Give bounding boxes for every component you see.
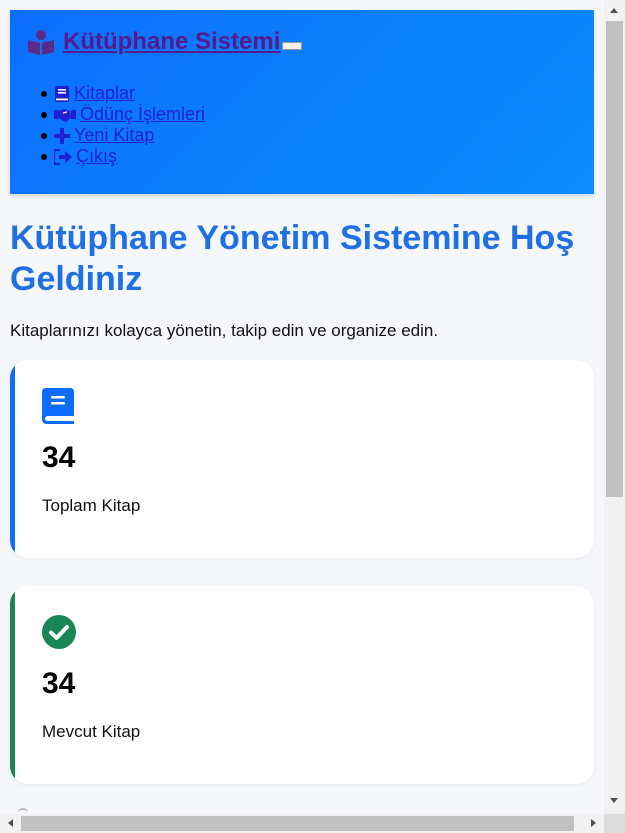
scroll-left-arrow-icon[interactable] — [8, 819, 13, 827]
book-reader-icon — [28, 30, 54, 55]
scroll-up-arrow-icon[interactable] — [610, 8, 618, 13]
stat-value: 34 — [42, 441, 76, 474]
brand-text: Kütüphane Sistemi — [63, 28, 281, 55]
nav-item-cikis: Çıkış — [40, 146, 205, 167]
stat-label: Toplam Kitap — [42, 496, 141, 515]
navbar: Kütüphane Sistemi Kitaplar Ödünç İşlemle… — [10, 10, 594, 194]
navbar-toggler-button[interactable] — [282, 42, 303, 50]
nav-link-yeni-kitap[interactable]: Yeni Kitap — [54, 125, 205, 146]
scroll-right-arrow-icon[interactable] — [591, 819, 596, 827]
vertical-scrollbar-thumb[interactable] — [606, 21, 623, 497]
scrollbar-corner — [604, 814, 625, 833]
stat-value: 34 — [42, 667, 76, 700]
check-circle-icon — [42, 615, 76, 654]
page-title: Kütüphane Yönetim Sistemine Hoş Geldiniz — [10, 219, 575, 298]
nav-label: Çıkış — [76, 146, 118, 166]
vertical-scrollbar[interactable] — [604, 0, 625, 814]
nav-label: Kitaplar — [74, 83, 136, 103]
plus-icon — [54, 127, 70, 144]
stat-card-available-books: 34 Mevcut Kitap — [10, 586, 594, 784]
nav-item-yeni-kitap: Yeni Kitap — [40, 125, 205, 146]
horizontal-scrollbar[interactable] — [0, 814, 604, 833]
nav-label: Ödünç İşlemleri — [80, 104, 206, 124]
page-viewport: Kütüphane Sistemi Kitaplar Ödünç İşlemle… — [0, 0, 604, 814]
handshake-icon — [54, 108, 76, 122]
nav-link-odunc-islemleri[interactable]: Ödünç İşlemleri — [54, 104, 205, 125]
nav-item-odunc: Ödünç İşlemleri — [40, 104, 205, 125]
sign-out-icon — [54, 148, 72, 165]
book-icon — [42, 388, 74, 429]
brand-link[interactable]: Kütüphane Sistemi — [27, 28, 303, 56]
intro-text: Kitaplarınızı kolayca yönetin, takip edi… — [10, 321, 439, 340]
stat-label: Mevcut Kitap — [42, 722, 141, 741]
nav-menu: Kitaplar Ödünç İşlemleri Yeni Kitap Çıkı… — [40, 83, 205, 167]
nav-label: Yeni Kitap — [74, 125, 155, 145]
stat-card-total-books: 34 Toplam Kitap — [10, 360, 594, 558]
scroll-down-arrow-icon[interactable] — [610, 798, 618, 803]
book-icon — [55, 85, 69, 102]
nav-link-cikis[interactable]: Çıkış — [54, 146, 205, 167]
horizontal-scrollbar-thumb[interactable] — [21, 816, 574, 831]
nav-item-kitaplar: Kitaplar — [40, 83, 205, 104]
nav-link-kitaplar[interactable]: Kitaplar — [54, 83, 205, 104]
